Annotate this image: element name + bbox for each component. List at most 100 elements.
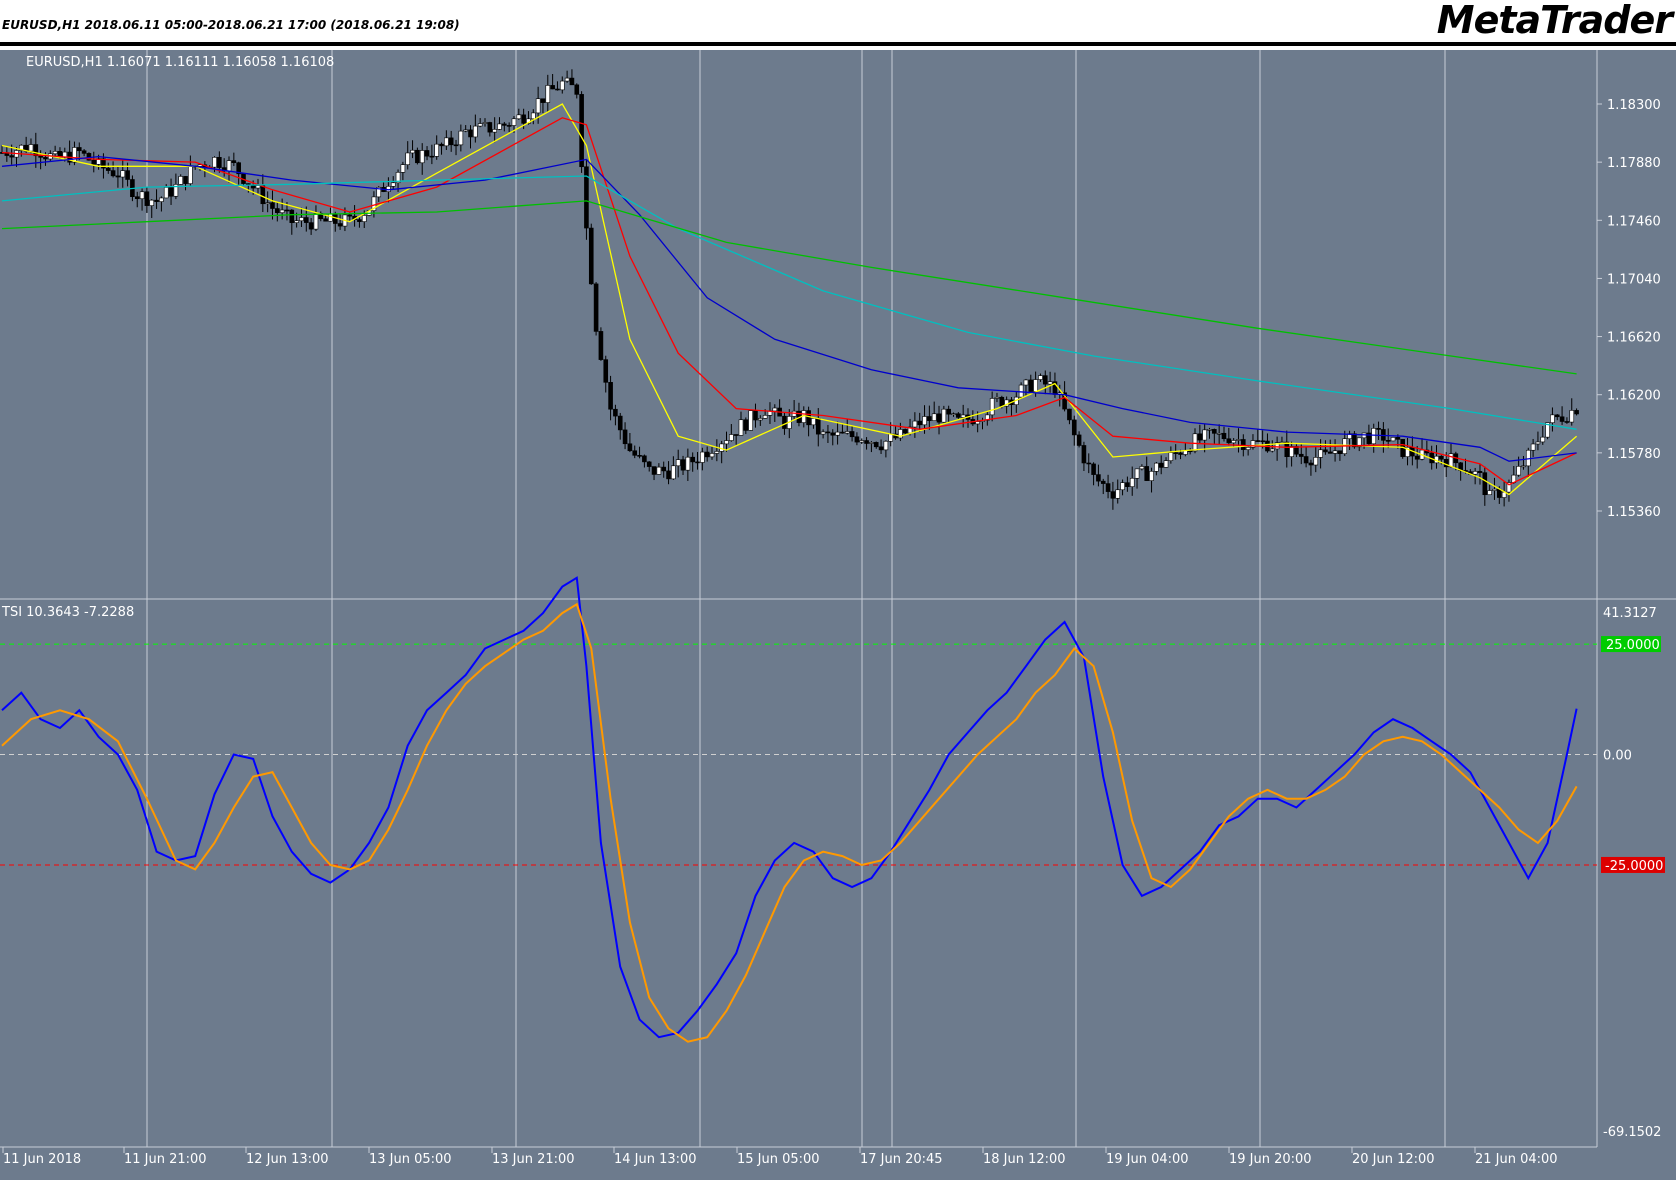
candle-body [815, 418, 821, 435]
candle-body [941, 408, 947, 423]
candle-body [299, 217, 304, 222]
candle-body [28, 144, 34, 152]
candle-body [709, 453, 715, 458]
candle-body [1477, 471, 1483, 473]
candle-body [931, 413, 937, 421]
candle-body [294, 220, 299, 223]
candle-body [1303, 456, 1309, 464]
candle-body [72, 147, 77, 163]
candle-body [289, 209, 295, 223]
candle-body [265, 202, 270, 205]
candle-body [685, 456, 691, 471]
candle-body [52, 151, 58, 155]
candle-body [1071, 419, 1077, 436]
candle-body [1352, 433, 1357, 448]
candle-body [1236, 439, 1241, 441]
candle-body [1385, 440, 1391, 442]
candle-body [337, 223, 343, 227]
candle-body [1260, 440, 1265, 443]
candle-body [656, 466, 662, 475]
candle-body [724, 440, 729, 445]
candle-body [1574, 410, 1579, 415]
chart-header: EURUSD,H1 2018.06.11 05:00-2018.06.21 17… [0, 0, 1676, 46]
candle-body [1149, 471, 1154, 481]
candle-body [1047, 381, 1053, 385]
candle-body [516, 114, 522, 120]
candle-body [671, 465, 676, 480]
chart-canvas[interactable]: 1.18300 1.17880 1.17460 1.17040 1.16620 1.162… [0, 50, 1676, 1180]
candle-body [811, 418, 816, 426]
tsi-max-tick: 41.3127 [1603, 606, 1657, 621]
price-tick-label: 1.16200 [1607, 389, 1661, 404]
candle-body [1067, 408, 1072, 421]
candle-body [410, 149, 415, 154]
candle-body [748, 410, 753, 431]
candle-body [149, 199, 155, 206]
candle-body [1482, 472, 1488, 496]
candle-body [284, 209, 290, 212]
time-tick-label: 11 Jun 21:00 [124, 1152, 207, 1167]
candle-body [733, 434, 739, 436]
candle-body [1018, 384, 1024, 398]
candle-body [603, 359, 609, 383]
candle-body [864, 440, 869, 444]
candle-body [1226, 438, 1232, 444]
candle-body [120, 170, 126, 178]
candle-body [178, 176, 184, 185]
candle-body [637, 455, 642, 457]
candle-body [1110, 491, 1116, 499]
candle-body [946, 408, 951, 415]
candle-body [951, 413, 956, 416]
candle-body [873, 442, 879, 448]
candle-body [888, 433, 894, 442]
candle-body [1163, 460, 1169, 468]
candle-body [1086, 462, 1092, 465]
candle-body [1028, 379, 1034, 392]
candle-body [1076, 434, 1082, 446]
price-tick-label: 1.18300 [1607, 98, 1661, 113]
candle-body [555, 88, 560, 91]
candle-body [1284, 441, 1290, 457]
candle-body [511, 118, 517, 126]
candle-body [704, 451, 710, 458]
candle-body [168, 187, 174, 197]
candle-body [1318, 449, 1323, 458]
candle-body [1154, 462, 1159, 472]
candle-body [1308, 462, 1314, 466]
candle-body [1125, 482, 1130, 487]
price-tick-label: 1.15780 [1607, 447, 1661, 462]
candle-body [994, 396, 1000, 399]
candle-body [559, 80, 565, 91]
candle-body [820, 431, 826, 435]
candle-body [1023, 379, 1029, 386]
candle-body [1168, 452, 1174, 461]
candle-body [144, 191, 150, 206]
candle-body [661, 466, 667, 472]
candle-body [835, 431, 840, 436]
candle-body [477, 123, 483, 127]
candle-body [1535, 441, 1541, 445]
candle-body [1255, 440, 1261, 442]
candle-body [1439, 455, 1444, 460]
candle-body [91, 159, 97, 165]
symbol-period-info: EURUSD,H1 2018.06.11 05:00-2018.06.21 17… [2, 18, 460, 32]
candle-body [115, 175, 121, 178]
time-tick-label: 14 Jun 13:00 [614, 1152, 697, 1167]
candle-body [738, 419, 744, 436]
candle-body [1139, 466, 1145, 470]
candle-body [1202, 429, 1207, 441]
candle-body [883, 440, 889, 451]
time-tick-label: 19 Jun 04:00 [1106, 1152, 1189, 1167]
candle-body [419, 150, 425, 164]
candle-body [1530, 443, 1536, 451]
candle-body [279, 209, 285, 213]
candle-body [666, 470, 671, 480]
candle-body [308, 222, 314, 230]
candle-body [902, 429, 908, 434]
candle-body [1120, 482, 1125, 491]
candle-body [482, 122, 488, 124]
tsi-min-tick: -69.1502 [1603, 1125, 1661, 1140]
candle-body [386, 186, 391, 192]
candle-body [502, 123, 507, 126]
candle-body [255, 185, 261, 189]
